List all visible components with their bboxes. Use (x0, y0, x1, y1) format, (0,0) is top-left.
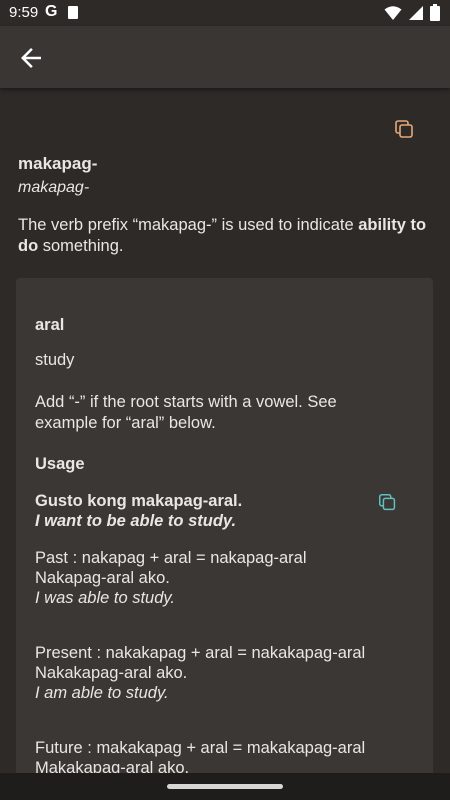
entry-term: makapag- (18, 154, 98, 173)
past-sentence: Nakapag-aral ako. (35, 569, 170, 587)
entry-content: makapag- makapag- The verb prefix “makap… (0, 88, 450, 773)
battery-icon (430, 4, 440, 21)
past-formula: Past : nakapag + aral = nakapag-aral (35, 549, 307, 567)
root-note: Add “-” if the root starts with a vowel.… (35, 393, 337, 432)
copy-icon[interactable] (377, 492, 399, 514)
copy-icon[interactable] (393, 118, 417, 142)
usage-card: aral study Add “-” if the root starts wi… (16, 278, 433, 773)
app-bar (0, 26, 450, 88)
signal-icon (409, 5, 423, 20)
wifi-icon (384, 5, 402, 20)
status-bar: 9:59 G (0, 0, 450, 26)
future-formula: Future : makakapag + aral = makakapag-ar… (35, 739, 366, 757)
arrow-left-icon[interactable] (16, 43, 46, 73)
present-sentence: Nakakapag-aral ako. (35, 664, 188, 682)
entry-description: The verb prefix “makapag-” is used to in… (18, 216, 427, 255)
sd-card-icon (68, 6, 78, 19)
navigation-bar (0, 773, 450, 800)
example-sentence: Gusto kong makapag-aral. (35, 492, 243, 510)
root-word: aral (35, 316, 65, 334)
present-formula: Present : nakakapag + aral = nakakapag-a… (35, 644, 366, 662)
google-icon: G (45, 3, 58, 20)
usage-heading: Usage (35, 455, 85, 473)
future-sentence: Makakapag-aral ako. (35, 759, 190, 773)
status-time: 9:59 (9, 4, 39, 21)
entry-term-italic: makapag- (18, 179, 90, 196)
past-translation: I was able to study. (35, 589, 176, 607)
status-icons (384, 4, 440, 21)
home-handle[interactable] (167, 784, 283, 789)
example-translation: I want to be able to study. (35, 512, 237, 530)
present-translation: I am able to study. (35, 684, 169, 702)
root-meaning: study (35, 351, 75, 369)
